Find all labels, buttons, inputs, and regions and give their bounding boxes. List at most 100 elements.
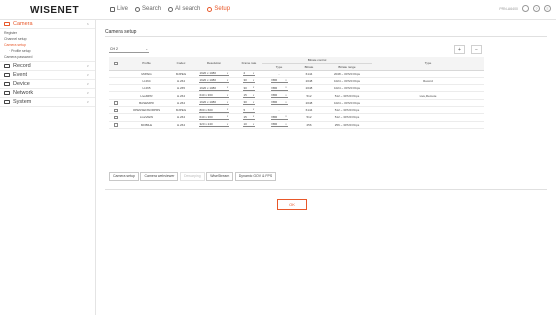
frame-rate-select[interactable]: 5 ∨ bbox=[243, 108, 255, 113]
bitrate-value: 256 bbox=[306, 122, 312, 127]
add-profile-button[interactable]: + bbox=[454, 45, 465, 54]
table-row[interactable]: MJPEG MJPEG 1920 x 1080 ∨ 2 ∨ -6144 2048 ~ 3072… bbox=[109, 70, 484, 78]
resolution-select-value: 1920 x 1080 bbox=[199, 85, 217, 90]
camera-webviewer-button[interactable]: Camera webviewer bbox=[140, 172, 179, 181]
control-type-select[interactable]: VBR ∨ bbox=[270, 93, 288, 99]
bitrate-value: 2048 bbox=[305, 86, 313, 91]
profile-name: BASEMPR bbox=[139, 100, 154, 105]
chevron-down-icon: ∨ bbox=[252, 78, 255, 82]
bitrate-value: 2048 bbox=[305, 100, 313, 105]
channel-select-value: CH 2 bbox=[110, 47, 118, 51]
row-checkbox[interactable] bbox=[114, 101, 118, 105]
row-checkbox[interactable] bbox=[114, 115, 118, 120]
frame-rate-select[interactable]: 30 ∨ bbox=[243, 86, 255, 91]
control-type-select-value: VBR bbox=[271, 100, 278, 105]
row-checkbox[interactable] bbox=[114, 123, 118, 127]
table-row[interactable]: LiveVIEW H.264 640 x 360 ∨ 15 ∨ VBR ∨ 512 512 ~ 3… bbox=[109, 113, 484, 122]
table-row[interactable]: OPENSENSORPRS MJPEG 800 x 600 ∨ 5 ∨ -6144 512 ~… bbox=[109, 106, 484, 115]
chevron-down-icon: ∨ bbox=[252, 93, 255, 97]
bitrate-value: 2048 bbox=[305, 78, 313, 83]
nav-search[interactable]: Search bbox=[135, 6, 161, 12]
resolution-select[interactable]: 1920 x 1080 ∨ bbox=[199, 71, 229, 77]
nav-ai-search[interactable]: AI search bbox=[168, 6, 200, 12]
record-icon bbox=[4, 63, 10, 69]
sidebar-group-event[interactable]: Event ∨ bbox=[0, 71, 95, 80]
chevron-down-icon: ∨ bbox=[226, 93, 229, 97]
frame-rate-select-value: 30 bbox=[243, 85, 247, 90]
chevron-down-icon: ∨ bbox=[226, 78, 229, 82]
control-type-select-value: VBR bbox=[271, 114, 278, 119]
resolution-select[interactable]: 320 x 240 ∨ bbox=[199, 122, 229, 128]
bitrate-range-value: 1024 ~ 30720 Kbps bbox=[333, 86, 361, 91]
bitrate-range-value: 512 ~ 30720 Kbps bbox=[334, 108, 360, 113]
wisestream-button[interactable]: WiseStream bbox=[206, 172, 234, 181]
notification-icon[interactable] bbox=[522, 5, 529, 12]
plus-icon: + bbox=[458, 46, 461, 53]
table-row[interactable]: H.264 H.264 1920 x 1080 ∨ 30 ∨ VBR ∨ 2048 1024 ~ … bbox=[109, 77, 484, 86]
frame-rate-select[interactable]: 2 ∨ bbox=[243, 71, 255, 77]
help-icon[interactable]: ? bbox=[533, 5, 540, 12]
sidebar-group-device[interactable]: Device ∨ bbox=[0, 80, 95, 89]
profile-name: H.265 bbox=[142, 86, 151, 91]
sidebar-group-system[interactable]: System ∨ bbox=[0, 98, 95, 107]
control-type-select[interactable]: VBR ∨ bbox=[270, 114, 288, 120]
bitrate-range-value: 256 ~ 30720 Kbps bbox=[334, 122, 360, 127]
frame-rate-select[interactable]: 15 ∨ bbox=[243, 93, 255, 99]
camera-button-row: Camera setup Camera webviewer Dewarping … bbox=[109, 172, 277, 181]
control-type-select[interactable]: VBR ∨ bbox=[270, 86, 288, 91]
app-logo: WISENET bbox=[30, 5, 80, 16]
select-all-header[interactable] bbox=[109, 57, 123, 71]
network-icon bbox=[4, 90, 10, 96]
sidebar-camera-submenu: Register Channel setup Camera setup · Pr… bbox=[0, 29, 95, 62]
sidebar-item-camera-password[interactable]: Camera password bbox=[0, 54, 95, 60]
sidebar-group-label: Camera bbox=[13, 21, 33, 27]
control-type-value: - bbox=[278, 108, 280, 113]
sidebar-group-record[interactable]: Record ∨ bbox=[0, 62, 95, 71]
dynamic-gov-fps-button[interactable]: Dynamic GOV & FPS bbox=[234, 172, 277, 181]
resolution-select[interactable]: 640 x 360 ∨ bbox=[199, 93, 229, 99]
nav-setup[interactable]: Setup bbox=[207, 6, 230, 12]
sidebar-group-camera[interactable]: Camera ∧ bbox=[0, 20, 95, 29]
sidebar-group-label: Device bbox=[13, 81, 30, 87]
row-checkbox[interactable] bbox=[114, 108, 118, 113]
control-type-select[interactable]: VBR ∨ bbox=[270, 122, 288, 128]
table-row[interactable]: H.265 H.265 1920 x 1080 ∨ 30 ∨ VBR ∨ 2048 1024 ~ … bbox=[109, 84, 484, 93]
frame-rate-select-value: 30 bbox=[243, 78, 247, 83]
resolution-select-value: 640 x 360 bbox=[199, 114, 213, 119]
resolution-select[interactable]: 1920 x 1080 ∨ bbox=[199, 86, 229, 91]
table-row[interactable]: MOBILE H.264 320 x 240 ∨ 10 ∨ VBR ∨ 256 256 ~ 307… bbox=[109, 121, 484, 129]
chevron-down-icon: ∨ bbox=[252, 108, 255, 112]
monitor-icon bbox=[110, 6, 115, 12]
frame-rate-select[interactable]: 10 ∨ bbox=[243, 122, 255, 128]
channel-select[interactable]: CH 2 ⌄ bbox=[109, 46, 149, 53]
resolution-select[interactable]: 1920 x 1080 ∨ bbox=[199, 78, 229, 84]
profile-name: MOBILE bbox=[140, 122, 153, 127]
user-menu-icon[interactable]: ≡ bbox=[544, 5, 551, 12]
frame-rate-select[interactable]: 15 ∨ bbox=[243, 115, 255, 120]
table-row[interactable]: BASEMPR H.264 1920 x 1080 ∨ 30 ∨ VBR ∨ 2048 1024 … bbox=[109, 99, 484, 108]
codec-value: H.264 bbox=[176, 93, 185, 98]
resolution-select[interactable]: 640 x 360 ∨ bbox=[199, 115, 229, 120]
chevron-down-icon: ∨ bbox=[285, 86, 287, 90]
resolution-select[interactable]: 1920 x 1080 ∨ bbox=[199, 100, 229, 106]
control-type-select[interactable]: VBR ∨ bbox=[270, 78, 288, 84]
nav-ai-search-label: AI search bbox=[175, 6, 201, 12]
table-row[interactable]: LiveMPR H.264 640 x 360 ∨ 15 ∨ VBR ∨ 512 512 ~ 30… bbox=[109, 91, 484, 100]
ok-button[interactable]: OK bbox=[277, 199, 307, 210]
resolution-select[interactable]: 800 x 600 ∨ bbox=[199, 108, 229, 113]
select-all-checkbox[interactable] bbox=[114, 61, 118, 66]
bitrate-range-value: 512 ~ 30720 Kbps bbox=[334, 93, 360, 98]
resolution-select-value: 800 x 600 bbox=[199, 107, 213, 112]
camera-setup-button[interactable]: Camera setup bbox=[109, 172, 139, 181]
codec-value: MJPEG bbox=[175, 108, 187, 113]
chevron-up-icon: ∧ bbox=[86, 22, 89, 26]
delete-profile-button[interactable]: − bbox=[471, 45, 482, 54]
profile-type-value: Record bbox=[423, 78, 433, 83]
frame-rate-select[interactable]: 30 ∨ bbox=[243, 100, 255, 106]
sidebar-group-network[interactable]: Network ∨ bbox=[0, 89, 95, 98]
control-type-select[interactable]: VBR ∨ bbox=[270, 100, 288, 106]
nav-live-label: Live bbox=[117, 6, 129, 12]
nav-live[interactable]: Live bbox=[110, 6, 128, 12]
chevron-down-icon: ∨ bbox=[226, 71, 229, 75]
frame-rate-select[interactable]: 30 ∨ bbox=[243, 78, 255, 84]
